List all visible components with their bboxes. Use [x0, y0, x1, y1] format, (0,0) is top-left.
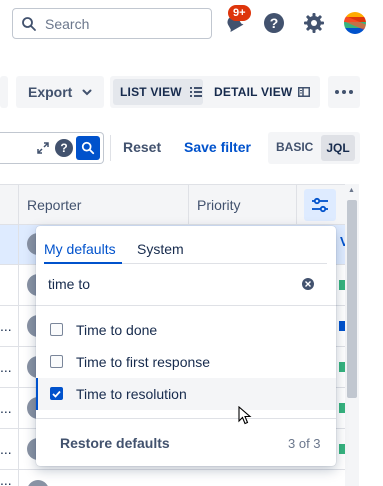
tab-system[interactable]: System	[137, 241, 184, 257]
restore-defaults-button[interactable]: Restore defaults	[60, 435, 170, 451]
jql-mode-button[interactable]: JQL	[321, 135, 355, 161]
run-search-button[interactable]	[76, 136, 100, 160]
column-header-priority[interactable]: Priority	[197, 197, 241, 213]
search-input[interactable]	[45, 15, 205, 32]
help-button[interactable]: ?	[261, 10, 287, 36]
column-option-time-to-done[interactable]: Time to done	[36, 314, 336, 346]
divider	[36, 418, 336, 419]
detail-view-icon	[298, 87, 311, 97]
option-label: Time to resolution	[76, 386, 187, 402]
column-filter-input[interactable]	[44, 270, 284, 298]
help-icon: ?	[264, 13, 284, 33]
selected-count: 3 of 3	[288, 436, 321, 451]
more-actions-button[interactable]	[328, 76, 360, 108]
option-label: Time to done	[76, 322, 158, 338]
column-header-reporter[interactable]: Reporter	[27, 197, 81, 213]
tab-my-defaults[interactable]: My defaults	[44, 241, 116, 257]
checkbox-checked[interactable]	[50, 387, 63, 400]
divider	[36, 305, 336, 306]
toolbar-left-stub[interactable]	[0, 76, 8, 108]
detail-view-button[interactable]: DETAIL VIEW	[214, 79, 318, 105]
row-fragment: ...	[0, 472, 12, 486]
detail-view-label: DETAIL VIEW	[214, 85, 293, 99]
avatar	[27, 480, 49, 486]
more-icon	[335, 90, 353, 94]
row-fragment: ...	[0, 318, 12, 334]
chevron-down-icon	[82, 89, 92, 96]
jql-help-icon[interactable]: ?	[55, 139, 73, 157]
list-icon	[189, 87, 202, 97]
column-divider	[18, 184, 19, 225]
clear-filter-button[interactable]	[302, 278, 314, 290]
divider	[110, 135, 111, 161]
sliders-icon	[312, 197, 328, 213]
svg-text:?: ?	[270, 15, 279, 31]
scrollbar-thumb[interactable]	[347, 200, 357, 398]
save-filter-button[interactable]: Save filter	[184, 139, 251, 155]
mouse-cursor-icon	[238, 406, 252, 425]
search-icon	[22, 16, 36, 31]
profile-button[interactable]	[342, 10, 368, 36]
gear-icon	[304, 13, 324, 33]
checkbox[interactable]	[50, 355, 63, 368]
column-divider	[18, 225, 19, 486]
list-view-label: LIST VIEW	[120, 85, 182, 99]
column-config-button[interactable]	[304, 189, 336, 221]
reset-button[interactable]: Reset	[123, 139, 161, 155]
checkmark-icon	[52, 390, 61, 398]
close-icon	[305, 281, 311, 287]
active-tab-indicator	[44, 262, 122, 264]
search-icon	[81, 141, 95, 155]
expand-icon[interactable]	[36, 141, 50, 155]
row-fragment: ...	[0, 400, 12, 416]
option-label: Time to first response	[76, 354, 211, 370]
column-option-time-to-first-response[interactable]: Time to first response	[36, 346, 336, 378]
column-option-time-to-resolution[interactable]: Time to resolution	[36, 378, 336, 410]
row-fragment: ...	[0, 441, 12, 457]
export-label: Export	[28, 84, 73, 100]
table-row[interactable]: ...	[0, 470, 345, 486]
settings-button[interactable]	[301, 10, 327, 36]
export-button[interactable]: Export	[16, 76, 104, 108]
list-view-button[interactable]: LIST VIEW	[113, 79, 203, 105]
basic-mode-button[interactable]: BASIC	[276, 140, 313, 154]
column-divider	[188, 184, 189, 225]
row-fragment: ...	[0, 359, 12, 375]
scroll-up-icon[interactable]: ▲	[348, 187, 355, 194]
profile-avatar	[344, 12, 366, 34]
checkbox[interactable]	[50, 323, 63, 336]
global-search[interactable]	[12, 8, 212, 39]
column-divider	[296, 184, 297, 225]
notifications-badge: 9+	[228, 5, 251, 21]
